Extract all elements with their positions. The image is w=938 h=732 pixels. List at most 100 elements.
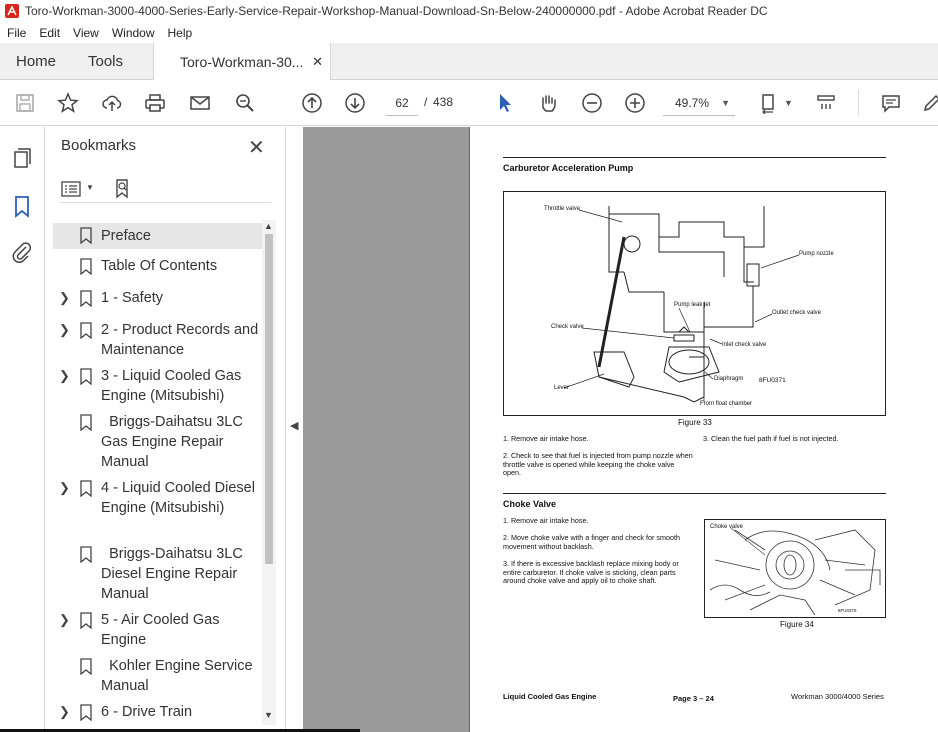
upload-cloud-icon[interactable] (100, 91, 124, 115)
menu-bar: File Edit View Window Help (0, 22, 938, 43)
print-icon[interactable] (143, 91, 167, 115)
bookmarks-tools: ▼ (59, 177, 271, 203)
bookmark-options-list-icon[interactable] (61, 179, 83, 199)
tabs-row: Home Tools Toro-Workman-30... ✕ (0, 43, 938, 81)
page-number-input[interactable]: 62 (386, 90, 418, 116)
email-icon[interactable] (188, 91, 212, 115)
highlight-pen-icon[interactable] (920, 91, 938, 115)
page-rule (503, 493, 886, 494)
step-text: 2. Move choke valve with a finger and ch… (503, 533, 680, 551)
bookmark-list: Preface Table Of Contents ❯ 1 - Safety ❯… (53, 221, 263, 727)
hand-tool-icon[interactable] (536, 91, 560, 115)
label-pump-nozzle: Pump nozzle (799, 251, 834, 257)
label-outlet-check-valve: Outlet check valve (772, 310, 822, 316)
menu-help[interactable]: Help (161, 26, 199, 40)
acrobat-app-icon (5, 4, 19, 18)
expand-chevron-icon[interactable]: ❯ (59, 702, 70, 722)
tab-close-icon[interactable]: ✕ (312, 54, 323, 70)
bookmark-icon (80, 322, 92, 339)
bookmarks-scrollbar[interactable]: ▲ ▼ (262, 220, 276, 725)
bookmark-label: 2 - Product Records and Maintenance (101, 322, 259, 358)
bookmark-label: 3 - Liquid Cooled Gas Engine (Mitsubishi… (101, 368, 242, 404)
scrolling-mode-icon[interactable] (814, 91, 838, 115)
tab-document-label: Toro-Workman-30... (180, 54, 304, 70)
choke-valve-drawing (709, 527, 881, 616)
menu-view[interactable]: View (66, 26, 105, 40)
title-bar: Toro-Workman-3000-4000-Series-Early-Serv… (0, 0, 938, 22)
page-fit-icon[interactable] (758, 91, 782, 115)
star-icon[interactable] (56, 91, 80, 115)
save-icon[interactable] (13, 91, 37, 115)
footer-right: Workman 3000/4000 Series (791, 692, 884, 701)
zoom-level-value: 49.7% (675, 95, 710, 110)
bookmark-label: Table Of Contents (101, 258, 218, 274)
tab-home[interactable]: Home (16, 43, 56, 80)
expand-chevron-icon[interactable]: ❯ (59, 288, 70, 308)
bookmark-label: Kohler Engine Service Manual (101, 658, 257, 694)
zoom-level-select[interactable]: 49.7% ▼ (663, 90, 735, 116)
bookmark-options-dropdown-icon[interactable]: ▼ (86, 183, 94, 192)
scroll-down-icon[interactable]: ▼ (264, 710, 273, 720)
figure-33-caption: Figure 33 (678, 418, 712, 427)
page-separator: / (424, 95, 428, 109)
find-zoom-icon[interactable] (233, 91, 257, 115)
menu-file[interactable]: File (0, 26, 32, 40)
bookmark-label: 6 - Drive Train (101, 704, 193, 720)
bookmark-icon (80, 546, 92, 563)
bookmark-label: Briggs-Daihatsu 3LC Diesel Engine Repair… (101, 546, 247, 602)
bookmark-icon (80, 658, 92, 675)
zoom-in-icon[interactable] (623, 91, 647, 115)
toolbar-divider (858, 90, 859, 116)
next-page-icon[interactable] (343, 91, 367, 115)
section-heading: Choke Valve (503, 499, 557, 509)
tab-tools[interactable]: Tools (88, 43, 123, 80)
expand-chevron-icon[interactable]: ❯ (59, 610, 70, 630)
collapse-panel-icon[interactable]: ◀ (290, 419, 298, 432)
bookmark-label: Preface (101, 228, 151, 244)
step-text: 1. Remove air intake hose. (503, 434, 589, 443)
step-text: 2. Check to see that fuel is injected fr… (503, 451, 693, 478)
footer-left: Liquid Cooled Gas Engine (503, 692, 597, 701)
bookmark-icon (80, 480, 92, 497)
footer-page-number: Page 3 – 24 (673, 694, 714, 703)
bookmark-item[interactable]: Preface (53, 223, 263, 249)
menu-edit[interactable]: Edit (32, 26, 66, 40)
label-pump-leak-jet: Pump leak jet (674, 302, 711, 308)
comment-icon[interactable] (879, 91, 903, 115)
label-from-float-chamber: From float chamber (700, 401, 753, 407)
page-thumbnails-icon[interactable] (10, 147, 34, 171)
label-lever: Lever (554, 385, 570, 391)
label-choke-valve: Choke valve (710, 524, 744, 530)
expand-chevron-icon[interactable]: ❯ (59, 320, 70, 340)
page-fit-dropdown-icon[interactable]: ▼ (784, 98, 793, 108)
zoom-out-icon[interactable] (580, 91, 604, 115)
close-panel-icon[interactable]: ✕ (248, 135, 265, 160)
attachments-paperclip-icon[interactable] (10, 241, 34, 265)
bookmark-label: Briggs-Daihatsu 3LC Gas Engine Repair Ma… (101, 414, 247, 470)
figure-33: Throttle valve Pump nozzle Pump leak jet… (503, 191, 886, 416)
label-check-valve: Check valve (551, 324, 584, 330)
tab-document[interactable]: Toro-Workman-30... ✕ (153, 43, 331, 81)
bookmarks-panel-title: Bookmarks (61, 137, 137, 154)
step-text: 3. Clean the fuel path if fuel is not in… (703, 434, 839, 443)
step-text: 1. Remove air intake hose. (503, 516, 589, 525)
bookmark-icon (80, 227, 92, 244)
expand-chevron-icon[interactable]: ❯ (59, 478, 70, 498)
previous-page-icon[interactable] (300, 91, 324, 115)
bookmark-icon (80, 368, 92, 385)
figure-34: Choke valve 8FU0376 (704, 519, 886, 618)
document-viewport[interactable]: Carburetor Acceleration Pump Throttle va… (303, 127, 938, 732)
expand-chevron-icon[interactable]: ❯ (59, 366, 70, 386)
bookmarks-panel-icon[interactable] (10, 195, 34, 219)
bookmarks-panel: Bookmarks ✕ ▼ Preface Table Of Contents … (45, 127, 285, 732)
page-rule (503, 157, 886, 158)
toolbar: 62 / 438 49.7% ▼ ▼ (0, 80, 938, 126)
scrollbar-thumb[interactable] (265, 234, 273, 564)
panel-splitter[interactable]: ◀ (285, 127, 303, 732)
menu-window[interactable]: Window (105, 26, 161, 40)
find-bookmark-icon[interactable] (113, 178, 135, 200)
figure-34-caption: Figure 34 (780, 620, 814, 629)
window-title: Toro-Workman-3000-4000-Series-Early-Serv… (25, 4, 768, 18)
select-cursor-icon[interactable] (493, 91, 517, 115)
scroll-up-icon[interactable]: ▲ (264, 221, 273, 231)
